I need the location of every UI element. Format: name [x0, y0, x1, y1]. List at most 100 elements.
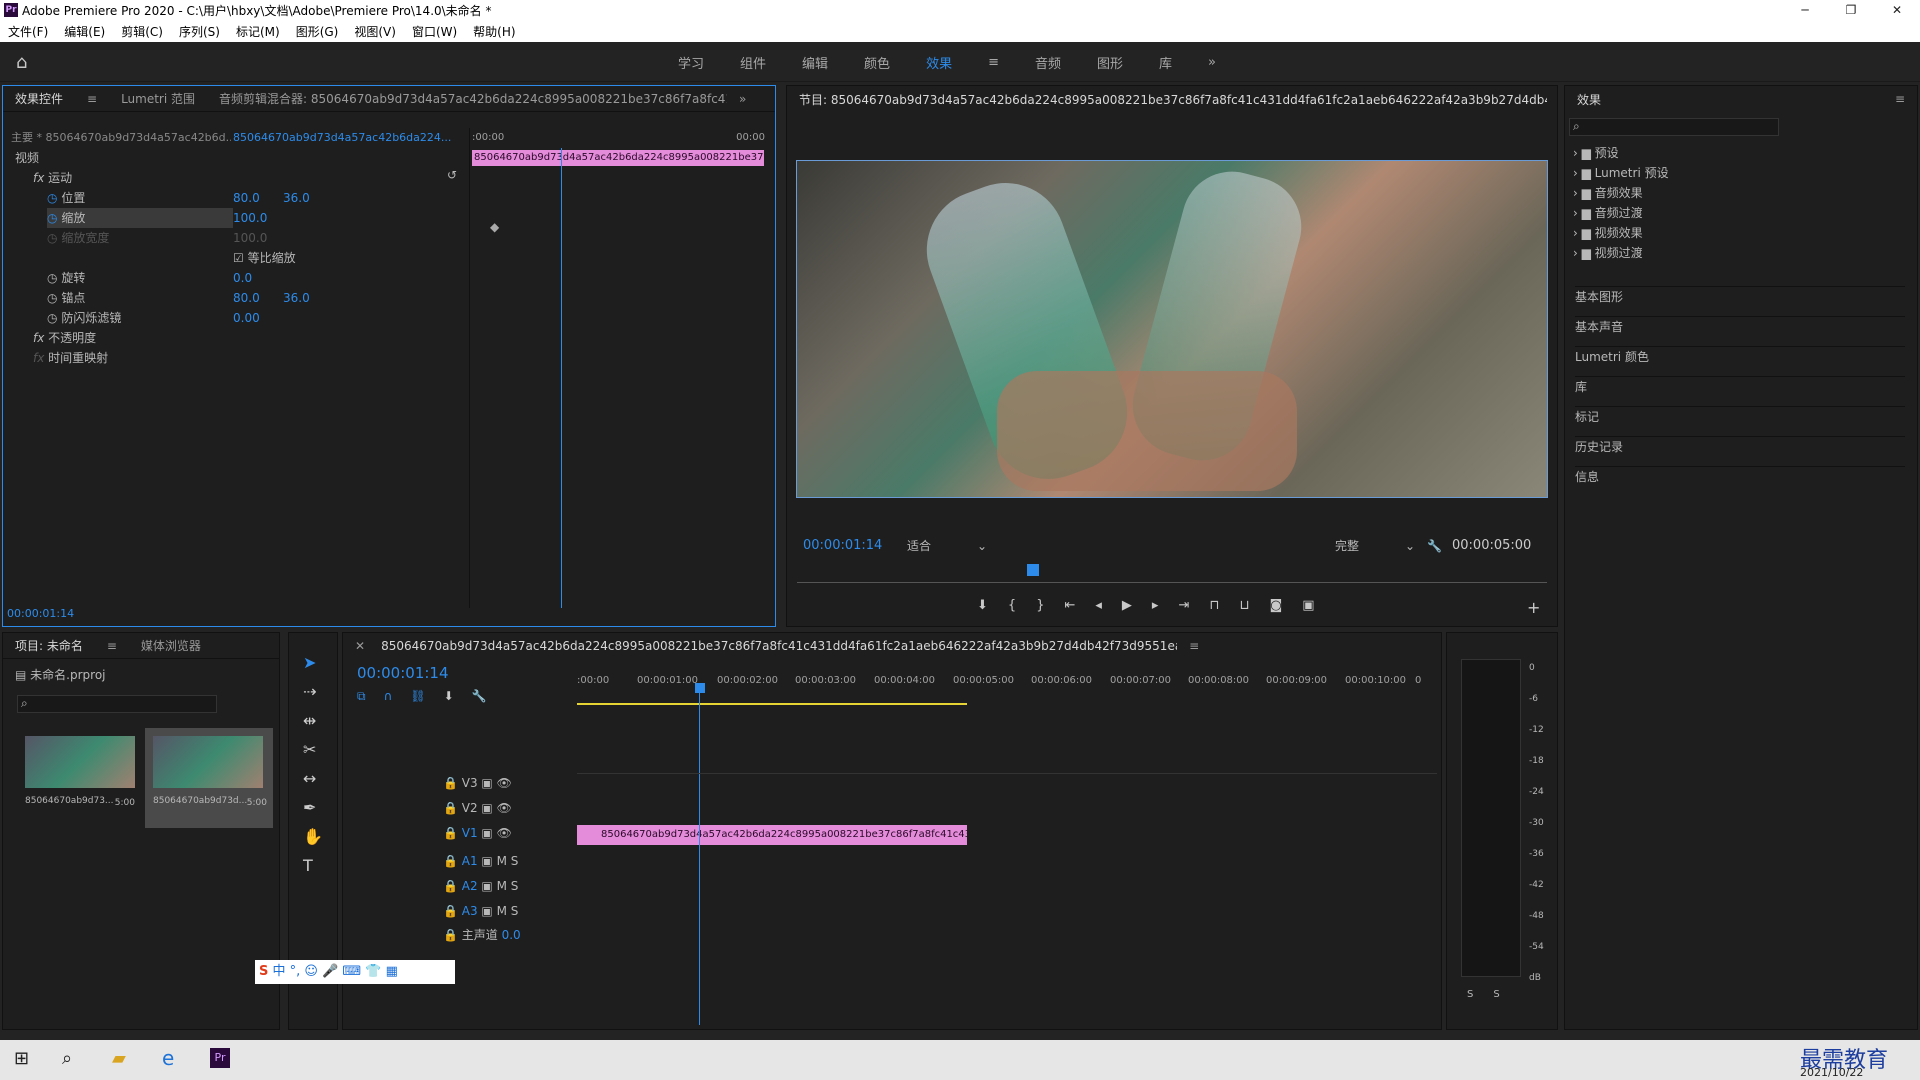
menu-clip[interactable]: 剪辑(C)	[113, 23, 171, 40]
solo-button[interactable]: S	[511, 879, 519, 893]
marker-icon[interactable]: ⬇	[444, 689, 454, 704]
tab-lumetri-scopes[interactable]: Lumetri 范围	[109, 90, 207, 107]
workspace-graphics[interactable]: 图形	[1079, 53, 1141, 72]
stopwatch-icon[interactable]: ◷	[47, 291, 57, 305]
tree-item-audio-effects[interactable]: › ▆ 音频效果	[1573, 183, 1823, 203]
anchor-y[interactable]: 36.0	[283, 288, 310, 308]
track-select-tool-icon[interactable]: ⇢	[303, 682, 323, 701]
workspace-libraries[interactable]: 库	[1141, 53, 1190, 72]
timeline-playhead[interactable]	[699, 689, 700, 1025]
tree-item-video-effects[interactable]: › ▆ 视频效果	[1573, 223, 1823, 243]
track-header-a2[interactable]: 🔒 A2 ▣ M S	[443, 876, 573, 896]
menu-edit[interactable]: 编辑(E)	[56, 23, 113, 40]
fit-dropdown[interactable]: 适合 ⌄	[907, 536, 987, 556]
opacity-row[interactable]: fx 不透明度	[33, 328, 96, 348]
overflow-tabs-icon[interactable]: »	[727, 92, 758, 106]
slip-tool-icon[interactable]: ↔	[303, 769, 323, 788]
type-tool-icon[interactable]: T	[303, 856, 323, 875]
reset-icon[interactable]: ↺	[447, 168, 457, 182]
workspace-effects[interactable]: 效果	[908, 53, 970, 72]
home-icon[interactable]: ⌂	[16, 52, 40, 73]
video-frame[interactable]	[796, 160, 1548, 498]
hand-tool-icon[interactable]: ✋	[303, 827, 323, 846]
ripple-edit-tool-icon[interactable]: ⇹	[303, 711, 323, 730]
track-header-master[interactable]: 🔒 主声道 0.0	[443, 925, 573, 945]
compare-icon[interactable]: ▣	[1302, 598, 1314, 613]
stopwatch-icon[interactable]: ◷	[47, 211, 57, 225]
stopwatch-icon[interactable]: ◷	[47, 271, 57, 285]
mute-button[interactable]: M	[497, 854, 507, 868]
scale-row[interactable]: ◷ 缩放	[47, 208, 233, 228]
track-header-v2[interactable]: 🔒 V2 ▣ 👁	[443, 798, 573, 818]
ec-clip-bar[interactable]: 85064670ab9d73d4a57ac42b6da224c8995a0082…	[472, 150, 764, 166]
add-button-icon[interactable]: +	[1527, 598, 1540, 617]
premiere-taskbar-icon[interactable]: Pr	[210, 1048, 230, 1068]
program-timecode[interactable]: 00:00:01:14	[803, 536, 882, 556]
timeline-timecode[interactable]: 00:00:01:14	[357, 663, 449, 683]
workspace-color[interactable]: 颜色	[846, 53, 908, 72]
ec-timecode[interactable]: 00:00:01:14	[7, 604, 74, 624]
panel-menu-icon[interactable]: ≡	[1883, 92, 1917, 106]
menu-window[interactable]: 窗口(W)	[404, 23, 465, 40]
checkbox-icon[interactable]: ☑	[233, 251, 244, 265]
menu-file[interactable]: 文件(F)	[0, 23, 56, 40]
antiflicker-value[interactable]: 0.00	[233, 308, 260, 328]
uniform-scale-row[interactable]: ☑ 等比缩放	[233, 248, 296, 268]
solo-right-button[interactable]: S	[1493, 989, 1499, 1000]
project-search-input[interactable]: ⌕	[17, 695, 217, 713]
close-button[interactable]: ✕	[1874, 0, 1920, 20]
search-icon[interactable]: ⌕	[62, 1048, 72, 1069]
track-header-a1[interactable]: 🔒 A1 ▣ M S	[443, 851, 573, 871]
panel-essential-sound[interactable]: 基本声音	[1575, 316, 1905, 336]
keyframe-icon[interactable]: ◆	[490, 220, 499, 234]
go-to-out-icon[interactable]: ⇥	[1178, 598, 1189, 613]
program-title[interactable]: 节目: 85064670ab9d73d4a57ac42b6da224c8995a…	[787, 91, 1547, 108]
extract-icon[interactable]: ⊔	[1240, 598, 1250, 613]
panel-markers[interactable]: 标记	[1575, 406, 1905, 426]
clip-selector[interactable]: 85064670ab9d73d4a57ac42b6da224...	[233, 128, 453, 148]
mark-out-icon[interactable]: }	[1036, 598, 1044, 613]
position-x[interactable]: 80.0	[233, 188, 260, 208]
sequence-title[interactable]: 85064670ab9d73d4a57ac42b6da224c8995a0082…	[377, 639, 1177, 653]
go-to-in-icon[interactable]: ⇤	[1064, 598, 1075, 613]
track-header-a3[interactable]: 🔒 A3 ▣ M S	[443, 901, 573, 921]
solo-left-button[interactable]: S	[1467, 989, 1473, 1000]
solo-button[interactable]: S	[511, 904, 519, 918]
minimize-button[interactable]: ─	[1782, 0, 1828, 20]
panel-lumetri-color[interactable]: Lumetri 颜色	[1575, 346, 1905, 366]
scale-value[interactable]: 100.0	[233, 208, 267, 228]
panel-history[interactable]: 历史记录	[1575, 436, 1905, 456]
position-y[interactable]: 36.0	[283, 188, 310, 208]
play-icon[interactable]: ▶	[1122, 598, 1132, 613]
panel-menu-icon[interactable]: ≡	[95, 639, 129, 653]
snap-icon[interactable]: ∩	[384, 689, 393, 704]
panel-menu-icon[interactable]: ≡	[1177, 639, 1211, 653]
tree-item-video-transitions[interactable]: › ▆ 视频过渡	[1573, 243, 1823, 263]
ime-toolbar[interactable]: S 中 °, ☺ 🎤 ⌨ 👕 ▦	[255, 960, 455, 984]
master-value[interactable]: 0.0	[502, 928, 521, 942]
tree-item-audio-transitions[interactable]: › ▆ 音频过渡	[1573, 203, 1823, 223]
workspace-assembly[interactable]: 组件	[722, 53, 784, 72]
step-forward-icon[interactable]: ▸	[1152, 598, 1159, 613]
stopwatch-icon[interactable]: ◷	[47, 311, 57, 325]
camera-icon[interactable]: ◙	[1270, 598, 1283, 613]
panel-info[interactable]: 信息	[1575, 466, 1905, 486]
menu-sequence[interactable]: 序列(S)	[171, 23, 228, 40]
panel-menu-icon[interactable]: ≡	[75, 92, 109, 106]
workspace-editing[interactable]: 编辑	[784, 53, 846, 72]
maximize-button[interactable]: ❐	[1828, 0, 1874, 20]
tree-item-presets[interactable]: › ▆ 预设	[1573, 143, 1823, 163]
program-ruler[interactable]	[797, 573, 1547, 583]
linked-selection-icon[interactable]: ⛓	[410, 689, 425, 704]
panel-essential-graphics[interactable]: 基本图形	[1575, 286, 1905, 306]
tab-media-browser[interactable]: 媒体浏览器	[129, 637, 213, 654]
edge-icon[interactable]: e	[162, 1046, 174, 1070]
timeline-clip-v1[interactable]: 85064670ab9d73d4a57ac42b6da224c8995a0082…	[577, 825, 967, 845]
pen-tool-icon[interactable]: ✒	[303, 798, 323, 817]
windows-start-icon[interactable]: ⊞	[14, 1048, 29, 1069]
work-area-bar[interactable]	[577, 703, 967, 705]
more-workspaces-icon[interactable]: »	[1190, 55, 1234, 70]
close-tab-icon[interactable]: ✕	[343, 639, 377, 653]
workspace-learn[interactable]: 学习	[660, 53, 722, 72]
track-header-v3[interactable]: 🔒 V3 ▣ 👁	[443, 773, 573, 793]
